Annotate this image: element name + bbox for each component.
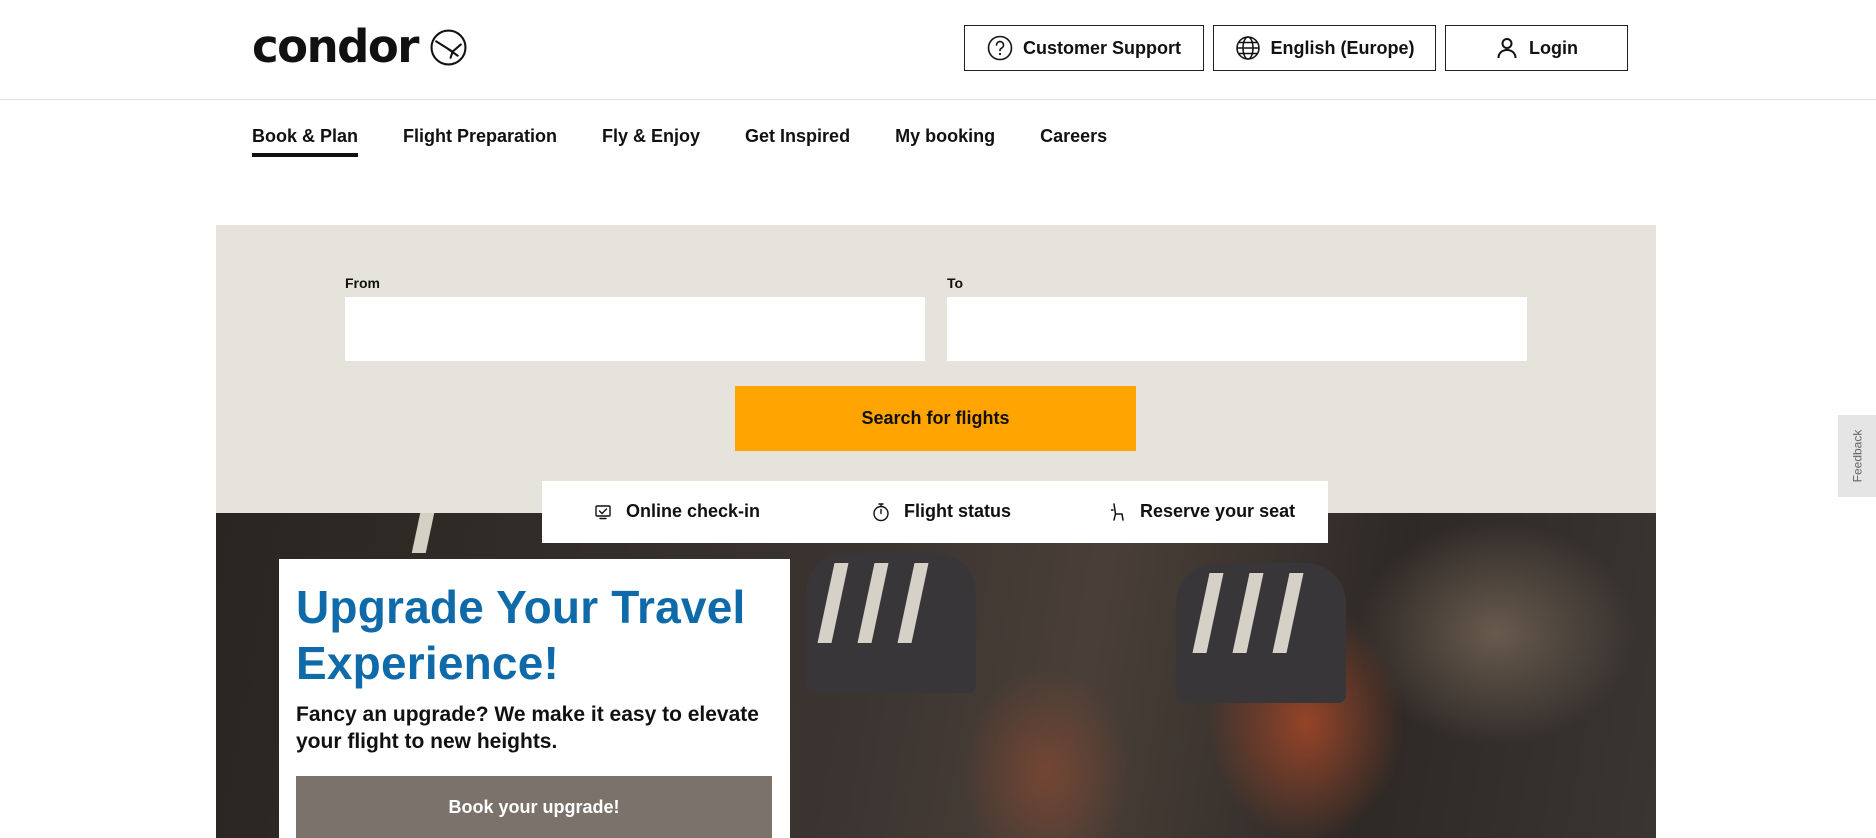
customer-support-button[interactable]: Customer Support <box>964 25 1204 71</box>
nav-item-book-and-plan[interactable]: Book & Plan <box>252 100 359 157</box>
nav-item-careers[interactable]: Careers <box>1040 100 1107 157</box>
logo-wordmark: condor <box>252 20 419 73</box>
to-label: To <box>947 275 964 291</box>
site-header: condor Customer Support English (Europe)… <box>0 0 1876 100</box>
reserve-seat-label: Reserve your seat <box>1140 501 1296 521</box>
condor-bird-icon <box>430 29 467 65</box>
stopwatch-icon <box>873 502 889 521</box>
feedback-label: Feedback <box>1850 429 1865 483</box>
online-check-in-link[interactable]: Online check-in <box>594 501 760 522</box>
seat-icon <box>1110 502 1124 521</box>
reserve-seat-link[interactable]: Reserve your seat <box>1110 501 1295 522</box>
flight-status-label: Flight status <box>904 501 1011 521</box>
laptop-check-icon <box>595 504 611 519</box>
condor-logo[interactable]: condor <box>252 22 467 72</box>
flight-status-link[interactable]: Flight status <box>872 501 1011 522</box>
promo-title: Upgrade Your Travel Experience! <box>296 581 746 689</box>
nav-item-get-inspired[interactable]: Get Inspired <box>745 100 850 157</box>
upgrade-promo-card: Upgrade Your Travel Experience! Fancy an… <box>279 559 790 838</box>
book-upgrade-button[interactable]: Book your upgrade! <box>296 776 772 838</box>
user-icon <box>1497 38 1517 59</box>
help-circle-icon <box>987 35 1013 61</box>
language-selector-button[interactable]: English (Europe) <box>1213 25 1436 71</box>
promo-description: Fancy an upgrade? We make it easy to ele… <box>296 703 759 753</box>
seat-stripe <box>411 513 435 553</box>
globe-icon <box>1235 36 1260 60</box>
to-input[interactable] <box>947 297 1527 361</box>
feedback-tab[interactable]: Feedback <box>1838 415 1876 497</box>
online-check-in-label: Online check-in <box>626 501 761 521</box>
nav-item-flight-preparation[interactable]: Flight Preparation <box>403 100 557 157</box>
search-flights-button[interactable]: Search for flights <box>735 386 1136 451</box>
from-input[interactable] <box>345 297 925 361</box>
customer-support-label: Customer Support <box>1022 37 1181 58</box>
language-label: English (Europe) <box>1270 37 1415 58</box>
login-button[interactable]: Login <box>1445 25 1628 71</box>
nav-item-fly-and-enjoy[interactable]: Fly & Enjoy <box>602 100 700 157</box>
main-navigation: Book & Plan Flight Preparation Fly & Enj… <box>252 100 1152 160</box>
login-label: Login <box>1529 37 1578 58</box>
quick-links-bar: Online check-in Flight status Reserve yo… <box>542 481 1328 543</box>
from-label: From <box>345 275 380 291</box>
nav-item-my-booking[interactable]: My booking <box>895 100 995 157</box>
flight-search-panel: From To Search for flights <box>216 225 1656 513</box>
